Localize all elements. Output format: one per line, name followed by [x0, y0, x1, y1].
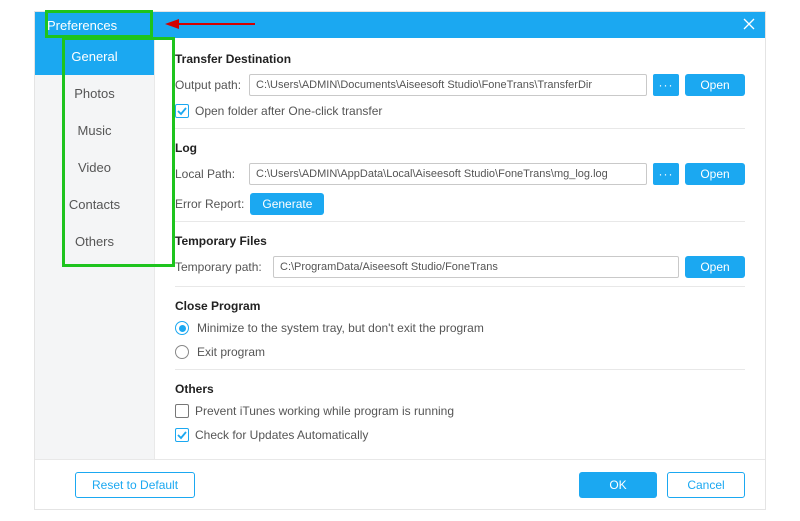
- output-path-browse-button[interactable]: ···: [653, 74, 679, 96]
- tab-photos[interactable]: Photos: [35, 75, 154, 112]
- local-path-input[interactable]: [249, 163, 647, 185]
- preferences-window: Preferences General Photos Music Video C…: [34, 11, 766, 510]
- check-updates-label: Check for Updates Automatically: [195, 428, 368, 442]
- output-path-label: Output path:: [175, 78, 243, 92]
- tab-contacts[interactable]: Contacts: [35, 186, 154, 223]
- temporary-path-open-button[interactable]: Open: [685, 256, 745, 278]
- divider: [175, 286, 745, 287]
- check-updates-checkbox[interactable]: [175, 428, 189, 442]
- tab-label: Photos: [74, 86, 114, 101]
- open-folder-label: Open folder after One-click transfer: [195, 104, 382, 118]
- tab-label: Contacts: [69, 197, 120, 212]
- temporary-path-input[interactable]: [273, 256, 679, 278]
- tab-video[interactable]: Video: [35, 149, 154, 186]
- output-path-input[interactable]: [249, 74, 647, 96]
- content-pane: Transfer Destination Output path: ··· Op…: [155, 38, 765, 459]
- section-log: Log: [175, 141, 745, 155]
- tab-label: General: [71, 49, 117, 64]
- exit-radio[interactable]: [175, 345, 189, 359]
- footer: Reset to Default OK Cancel: [35, 459, 765, 509]
- divider: [175, 221, 745, 222]
- cancel-button[interactable]: Cancel: [667, 472, 745, 498]
- local-path-open-button[interactable]: Open: [685, 163, 745, 185]
- divider: [175, 369, 745, 370]
- tab-music[interactable]: Music: [35, 112, 154, 149]
- divider: [175, 128, 745, 129]
- local-path-label: Local Path:: [175, 167, 243, 181]
- tab-label: Others: [75, 234, 114, 249]
- tab-general[interactable]: General: [35, 38, 154, 75]
- exit-label: Exit program: [197, 345, 265, 359]
- prevent-itunes-checkbox[interactable]: [175, 404, 189, 418]
- section-others: Others: [175, 382, 745, 396]
- section-transfer-destination: Transfer Destination: [175, 52, 745, 66]
- prevent-itunes-label: Prevent iTunes working while program is …: [195, 404, 454, 418]
- error-report-label: Error Report:: [175, 197, 244, 211]
- section-close-program: Close Program: [175, 299, 745, 313]
- minimize-radio[interactable]: [175, 321, 189, 335]
- generate-button[interactable]: Generate: [250, 193, 324, 215]
- ok-button[interactable]: OK: [579, 472, 657, 498]
- window-title: Preferences: [47, 18, 117, 33]
- tab-others[interactable]: Others: [35, 223, 154, 260]
- tab-label: Music: [78, 123, 112, 138]
- tab-label: Video: [78, 160, 111, 175]
- open-folder-checkbox[interactable]: [175, 104, 189, 118]
- minimize-label: Minimize to the system tray, but don't e…: [197, 321, 484, 335]
- titlebar: Preferences: [35, 12, 765, 38]
- output-path-open-button[interactable]: Open: [685, 74, 745, 96]
- sidebar: General Photos Music Video Contacts Othe…: [35, 38, 155, 459]
- section-temporary-files: Temporary Files: [175, 234, 745, 248]
- local-path-browse-button[interactable]: ···: [653, 163, 679, 185]
- reset-to-default-button[interactable]: Reset to Default: [75, 472, 195, 498]
- temporary-path-label: Temporary path:: [175, 260, 267, 274]
- close-icon[interactable]: [743, 18, 755, 33]
